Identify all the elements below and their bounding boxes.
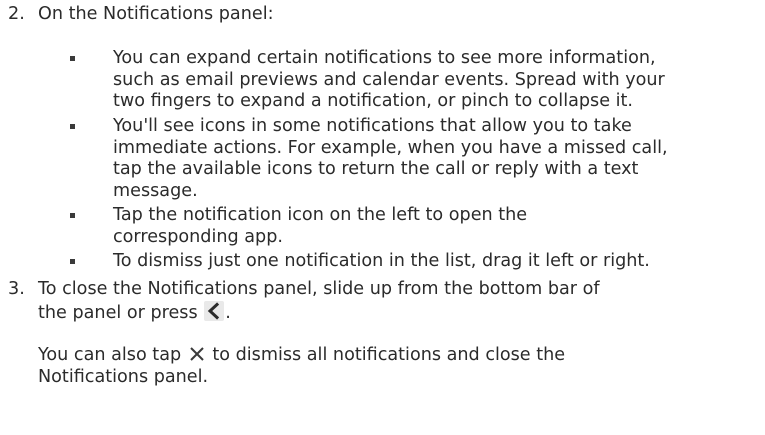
note-paragraph: You can also tap to dismiss all notifica… — [38, 345, 758, 388]
step-number: 3. — [8, 279, 25, 299]
text-fragment: the panel or press — [38, 302, 198, 323]
text-line: To dismiss just one notification in the … — [113, 251, 650, 271]
text-line: You'll see icons in some notifications t… — [113, 116, 632, 136]
bullet-square-icon — [70, 213, 75, 218]
text-line: tap the available icons to return the ca… — [113, 159, 639, 179]
text-fragment: . — [225, 302, 231, 323]
text-line: You can expand certain notifications to … — [113, 48, 656, 68]
text-fragment: to dismiss all notifications and close t… — [212, 345, 566, 365]
list-item-text: You'll see icons in some notifications t… — [113, 116, 761, 202]
step-text: To close the Notifications panel, slide … — [38, 279, 758, 324]
document-page: 2. On the Notifications panel: You can e… — [0, 0, 765, 435]
back-arrow-icon — [204, 300, 225, 321]
text-line: You can also tap to dismiss all notifica… — [38, 345, 758, 367]
text-line: immediate actions. For example, when you… — [113, 137, 668, 158]
step-intro: On the Notifications panel: — [38, 4, 274, 24]
bullet-square-icon — [70, 56, 75, 61]
close-x-icon — [188, 345, 206, 363]
text-line: Tap the notification icon on the left to… — [113, 205, 528, 225]
list-item-text: Tap the notification icon on the left to… — [113, 205, 761, 248]
text-fragment: You can also tap — [38, 345, 182, 365]
text-line: two fingers to expand a notification, or… — [113, 91, 633, 111]
text-line: corresponding app. — [113, 226, 283, 247]
step-number: 2. — [8, 4, 25, 24]
text-line: Notifications panel. — [38, 366, 209, 387]
text-line: message. — [113, 180, 198, 201]
bullet-square-icon — [70, 259, 75, 264]
text-line: To close the Notifications panel, slide … — [38, 279, 600, 299]
text-line: such as email previews and calendar even… — [113, 69, 665, 90]
bullet-square-icon — [70, 124, 75, 129]
text-line: the panel or press . — [38, 300, 758, 325]
list-item-text: To dismiss just one notification in the … — [113, 251, 761, 273]
list-item-text: You can expand certain notifications to … — [113, 48, 761, 113]
